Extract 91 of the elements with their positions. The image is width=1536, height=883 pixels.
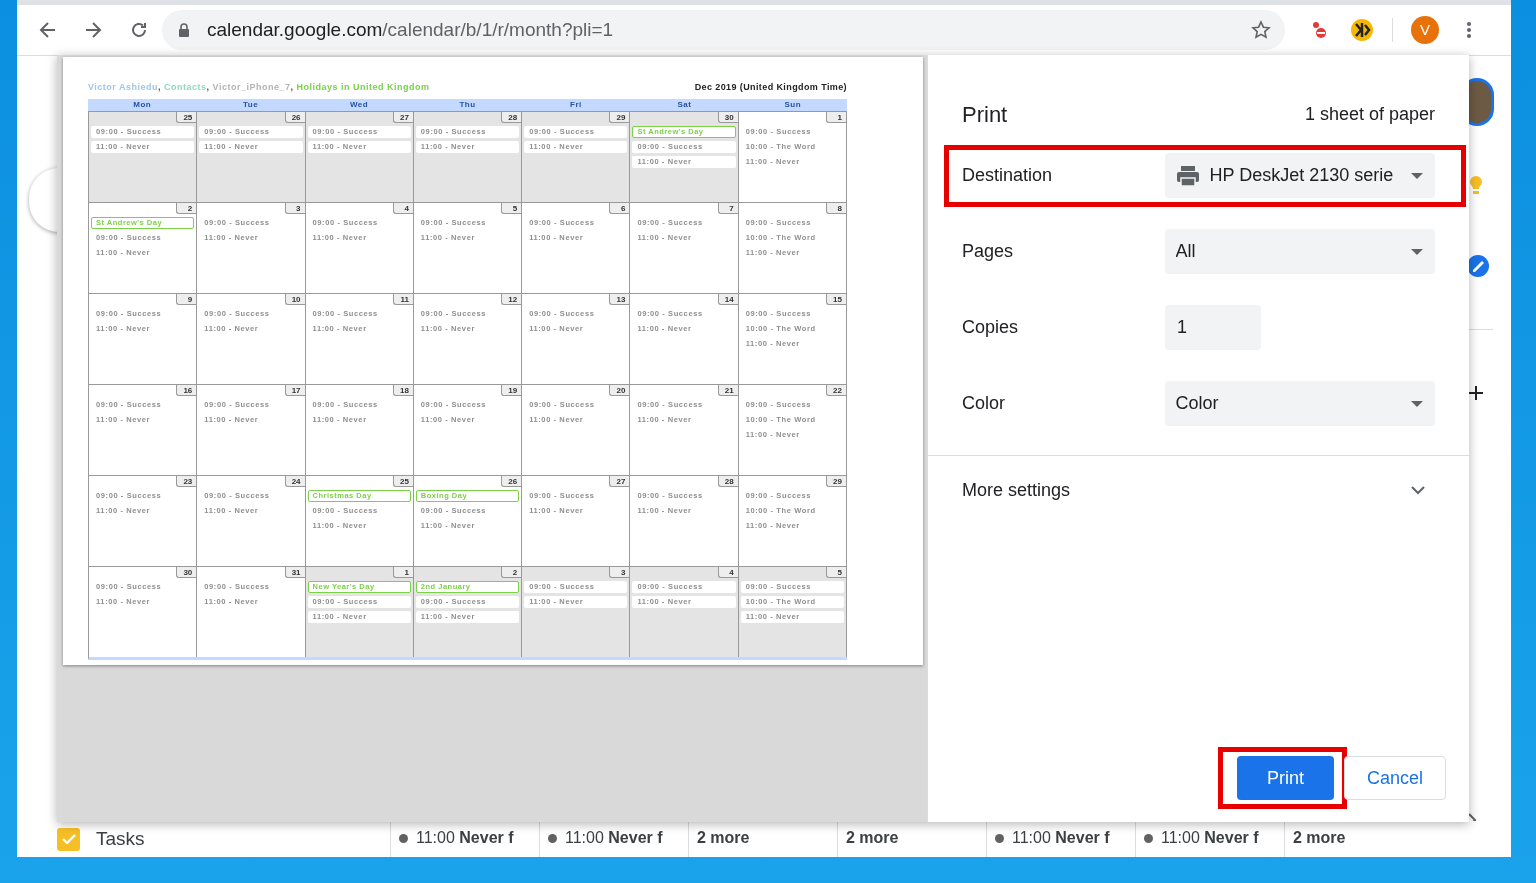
more-link[interactable]: 2 more	[846, 826, 899, 850]
reload-icon[interactable]	[129, 20, 149, 40]
date-number: 5	[826, 567, 846, 578]
menu-icon[interactable]	[1467, 22, 1471, 38]
dropdown-value: Color	[1175, 392, 1219, 415]
plus-icon[interactable]	[1469, 386, 1483, 400]
address-bar[interactable]: calendar.google.com/calendar/b/1/r/month?pli=1	[162, 10, 1285, 50]
month-title: Dec 2019 (United Kingdom Time)	[694, 80, 847, 94]
caret-icon	[1411, 248, 1423, 255]
print-button[interactable]: Print	[1237, 756, 1334, 800]
more-link[interactable]: 2 more	[1293, 826, 1346, 850]
star-icon[interactable]	[1251, 20, 1271, 40]
printer-icon	[1175, 164, 1200, 187]
date-number: 3	[609, 567, 630, 578]
url-text: calendar.google.com/calendar/b/1/r/month?pli=1	[207, 17, 614, 42]
weekday-label: Thu	[458, 99, 477, 111]
date-number: 5	[501, 203, 522, 214]
weekday-label: Tue	[242, 99, 260, 111]
dropdown-value: All	[1175, 240, 1196, 263]
date-number: 14	[717, 294, 738, 305]
setting-label: Pages	[962, 240, 1015, 263]
dropdown[interactable]: All	[1164, 229, 1435, 274]
weekday-label: Fri	[569, 99, 583, 111]
sheet-count: 1 sheet of paper	[1304, 102, 1435, 126]
cancel-button[interactable]: Cancel	[1344, 756, 1446, 800]
date-number: 2	[501, 567, 522, 578]
event-chip[interactable]: 11:00 Never f	[1144, 826, 1259, 850]
forward-icon[interactable]	[83, 20, 103, 40]
date-number: 4	[392, 203, 413, 214]
date-number: 28	[501, 112, 522, 123]
date-number: 28	[717, 476, 738, 487]
date-number: 2	[176, 203, 197, 214]
checkmark-icon	[61, 834, 76, 844]
lock-icon	[178, 22, 190, 38]
setting-label: Destination	[962, 164, 1054, 187]
date-number: 29	[609, 112, 630, 123]
date-number: 24	[284, 476, 305, 487]
date-number: 8	[826, 203, 846, 214]
dialog-title: Print	[962, 100, 1008, 129]
date-number: 31	[284, 567, 305, 578]
calendar-names: Victor Ashiedu, Contacts, Victor_iPhone_7, Holidays in United Kingdom	[88, 80, 430, 94]
date-number: 1	[392, 567, 413, 578]
date-number: 25	[392, 476, 413, 487]
date-number: 26	[284, 112, 305, 123]
date-number: 30	[717, 112, 738, 123]
extension-icon[interactable]	[1350, 18, 1374, 42]
date-number: 10	[284, 294, 305, 305]
date-number: 30	[176, 567, 197, 578]
date-number: 1	[826, 112, 846, 123]
date-number: 22	[826, 385, 846, 396]
more-settings-toggle[interactable]: More settings	[928, 456, 1469, 524]
date-number: 16	[176, 385, 197, 396]
date-number: 7	[717, 203, 738, 214]
date-number: 26	[501, 476, 522, 487]
date-number: 11	[392, 294, 413, 305]
weekday-label: Mon	[132, 99, 153, 111]
setting-label: Color	[962, 392, 1006, 415]
date-number: 15	[826, 294, 846, 305]
copies-field[interactable]: 1	[1165, 305, 1261, 350]
date-number: 23	[176, 476, 197, 487]
setting-label: Copies	[962, 316, 1020, 339]
event-chip[interactable]: 11:00 Never f	[995, 826, 1110, 850]
weekday-label: Sat	[676, 99, 693, 111]
tasks-label: Tasks	[96, 826, 145, 851]
more-link[interactable]: 2 more	[697, 826, 750, 850]
dropdown-value: HP DeskJet 2130 serie	[1209, 164, 1394, 187]
caret-icon	[1411, 172, 1423, 179]
date-number: 9	[176, 294, 197, 305]
weekday-label: Sun	[783, 99, 803, 111]
date-number: 20	[609, 385, 630, 396]
printer-dropdown[interactable]: HP DeskJet 2130 serie	[1164, 153, 1435, 198]
dropdown[interactable]: Color	[1164, 381, 1435, 426]
date-number: 27	[392, 112, 413, 123]
date-number: 19	[501, 385, 522, 396]
weekday-label: Wed	[348, 99, 370, 111]
date-number: 29	[826, 476, 846, 487]
tasks-checkbox[interactable]	[57, 827, 80, 851]
date-number: 27	[609, 476, 630, 487]
date-number: 12	[501, 294, 522, 305]
date-number: 4	[717, 567, 738, 578]
event-chip[interactable]: 11:00 Never f	[548, 826, 663, 850]
date-number: 17	[284, 385, 305, 396]
date-number: 21	[717, 385, 738, 396]
event-chip[interactable]: 11:00 Never f	[399, 826, 514, 850]
date-number: 3	[284, 203, 305, 214]
date-number: 18	[392, 385, 413, 396]
date-number: 13	[609, 294, 630, 305]
back-icon[interactable]	[38, 20, 58, 40]
caret-icon	[1411, 400, 1423, 407]
date-number: 25	[176, 112, 197, 123]
date-number: 6	[609, 203, 630, 214]
